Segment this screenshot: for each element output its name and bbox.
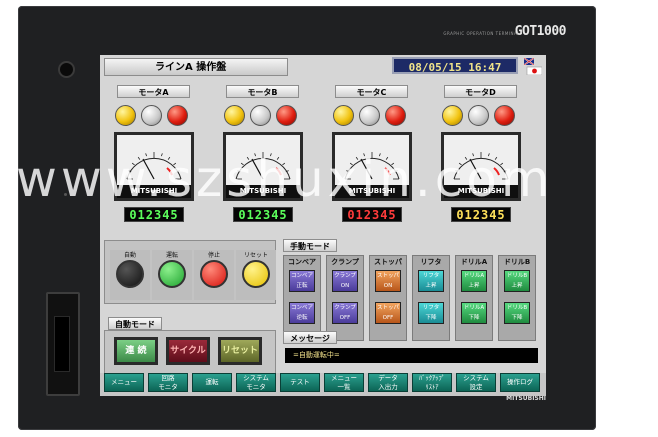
hmi-screen: ラインA 操作盤 08/05/15 16:47 モータA MITSUBISHI 01… [100, 55, 546, 396]
manual-column-0: コンベアコンベア 正転 コンベア 逆転 [283, 255, 321, 341]
motor-label: モータB [226, 85, 299, 98]
auto-mode-label: 自動モード [108, 317, 162, 330]
counter-display: 012345 [342, 207, 402, 222]
meter-dial-icon [453, 152, 509, 180]
camera-icon [58, 61, 75, 78]
status-lamp-red [276, 105, 297, 126]
pushbutton-yellow[interactable]: リセット [236, 250, 276, 300]
nav-button[interactable]: ﾊﾞｯｸｱｯﾌﾟ ﾘｽﾄｱ [412, 373, 452, 392]
pushbutton-cap[interactable] [242, 260, 270, 288]
brand-logo: GOT1000 [514, 24, 567, 39]
status-lamp-white [250, 105, 271, 126]
status-led [64, 193, 67, 196]
manual-button[interactable]: クランプ ON [332, 270, 358, 292]
auto-mode-button[interactable]: サイクル [166, 337, 210, 365]
usb-slot [54, 316, 70, 372]
manual-button[interactable]: コンベア 逆転 [289, 302, 315, 324]
manual-button[interactable]: クランプ OFF [332, 302, 358, 324]
screen-title: ラインA 操作盤 [104, 58, 288, 76]
manual-column-5: ドリルB ドリルB 上昇 ドリルB 下降 [498, 255, 536, 341]
manual-column-4: ドリルA ドリルA 上昇 ドリルA 下降 [455, 255, 493, 341]
analog-meter: MITSUBISHI [332, 132, 412, 201]
nav-button[interactable]: 回路 モニタ [148, 373, 188, 392]
analog-meter: MITSUBISHI [441, 132, 521, 201]
manual-column-2: ストッパストッパ ON ストッパ OFF [369, 255, 407, 341]
status-lamp-red [167, 105, 188, 126]
status-lamp-white [468, 105, 489, 126]
manual-button[interactable]: ストッパ ON [375, 270, 401, 292]
message-label: メッセージ [283, 331, 337, 344]
nav-button[interactable]: メニュー 一覧 [324, 373, 364, 392]
pushbutton-cap[interactable] [116, 260, 144, 288]
meter-brand: MITSUBISHI [335, 185, 409, 198]
status-lamp-yellow [333, 105, 354, 126]
manual-button[interactable]: リフタ 下降 [418, 302, 444, 324]
pushbutton-black[interactable]: 自動 [110, 250, 150, 300]
pushbutton-red[interactable]: 停止 [194, 250, 234, 300]
datetime-display: 08/05/15 16:47 [392, 57, 518, 74]
manual-button[interactable]: コンベア 正転 [289, 270, 315, 292]
manual-mode-label: 手動モード [283, 239, 337, 252]
brand-subtitle: GRAPHIC OPERATION TERMINAL [443, 31, 520, 36]
meter-dial-icon [344, 152, 400, 180]
status-lamp-red [494, 105, 515, 126]
manual-column-3: リフタリフタ 上昇 リフタ 下降 [412, 255, 450, 341]
status-lamp-yellow [442, 105, 463, 126]
nav-button[interactable]: テスト [280, 373, 320, 392]
manual-column-label: ドリルB [503, 258, 531, 266]
status-lamp-white [141, 105, 162, 126]
counter-display: 012345 [233, 207, 293, 222]
analog-meter: MITSUBISHI [223, 132, 303, 201]
nav-button[interactable]: 操作ログ [500, 373, 540, 392]
nav-button[interactable]: メニュー [104, 373, 144, 392]
manual-column-label: ストッパ [374, 258, 402, 266]
manual-button[interactable]: ストッパ OFF [375, 302, 401, 324]
meter-brand: MITSUBISHI [117, 185, 191, 198]
manual-button[interactable]: リフタ 上昇 [418, 270, 444, 292]
language-flag-icon[interactable] [524, 58, 542, 75]
pushbutton-green[interactable]: 運転 [152, 250, 192, 300]
manual-column-label: ドリルA [460, 258, 488, 266]
auto-mode-button[interactable]: リセット [218, 337, 262, 365]
motor-label: モータA [117, 85, 190, 98]
usb-port-cover[interactable] [46, 292, 80, 396]
manual-column-label: クランプ [331, 258, 359, 266]
meter-brand: MITSUBISHI [444, 185, 518, 198]
nav-button[interactable]: 運転 [192, 373, 232, 392]
pushbutton-cap[interactable] [200, 260, 228, 288]
nav-button[interactable]: データ 入出力 [368, 373, 408, 392]
pushbutton-label: リセット [243, 252, 268, 259]
manual-button[interactable]: ドリルA 上昇 [461, 270, 487, 292]
status-lamp-yellow [115, 105, 136, 126]
auto-mode-button[interactable]: 連 続 [114, 337, 158, 365]
hmi-bezel: GOT1000 GRAPHIC OPERATION TERMINAL MITSU… [18, 6, 596, 430]
motor-label: モータC [335, 85, 408, 98]
analog-meter: MITSUBISHI [114, 132, 194, 201]
meter-dial-icon [126, 152, 182, 180]
nav-button[interactable]: システム 設定 [456, 373, 496, 392]
manual-column-label: リフタ [420, 258, 442, 266]
status-lamp-white [359, 105, 380, 126]
status-lamp-yellow [224, 105, 245, 126]
manual-button[interactable]: ドリルA 下降 [461, 302, 487, 324]
pushbutton-cap[interactable] [158, 260, 186, 288]
counter-display: 012345 [124, 207, 184, 222]
counter-display: 012345 [451, 207, 511, 222]
manual-column-label: コンベア [288, 258, 316, 266]
pushbutton-label: 運転 [165, 252, 178, 259]
manual-button[interactable]: ドリルB 上昇 [504, 270, 530, 292]
status-lamp-red [385, 105, 406, 126]
pushbutton-label: 自動 [123, 252, 136, 259]
motor-label: モータD [444, 85, 517, 98]
manual-button[interactable]: ドリルB 下降 [504, 302, 530, 324]
meter-brand: MITSUBISHI [226, 185, 300, 198]
pushbutton-label: 停止 [207, 252, 220, 259]
maker-logo: MITSUBISHI [506, 395, 546, 402]
nav-button[interactable]: システム モニタ [236, 373, 276, 392]
message-display: =自動運転中= [285, 348, 538, 363]
meter-dial-icon [235, 152, 291, 180]
manual-column-1: クランプクランプ ON クランプ OFF [326, 255, 364, 341]
